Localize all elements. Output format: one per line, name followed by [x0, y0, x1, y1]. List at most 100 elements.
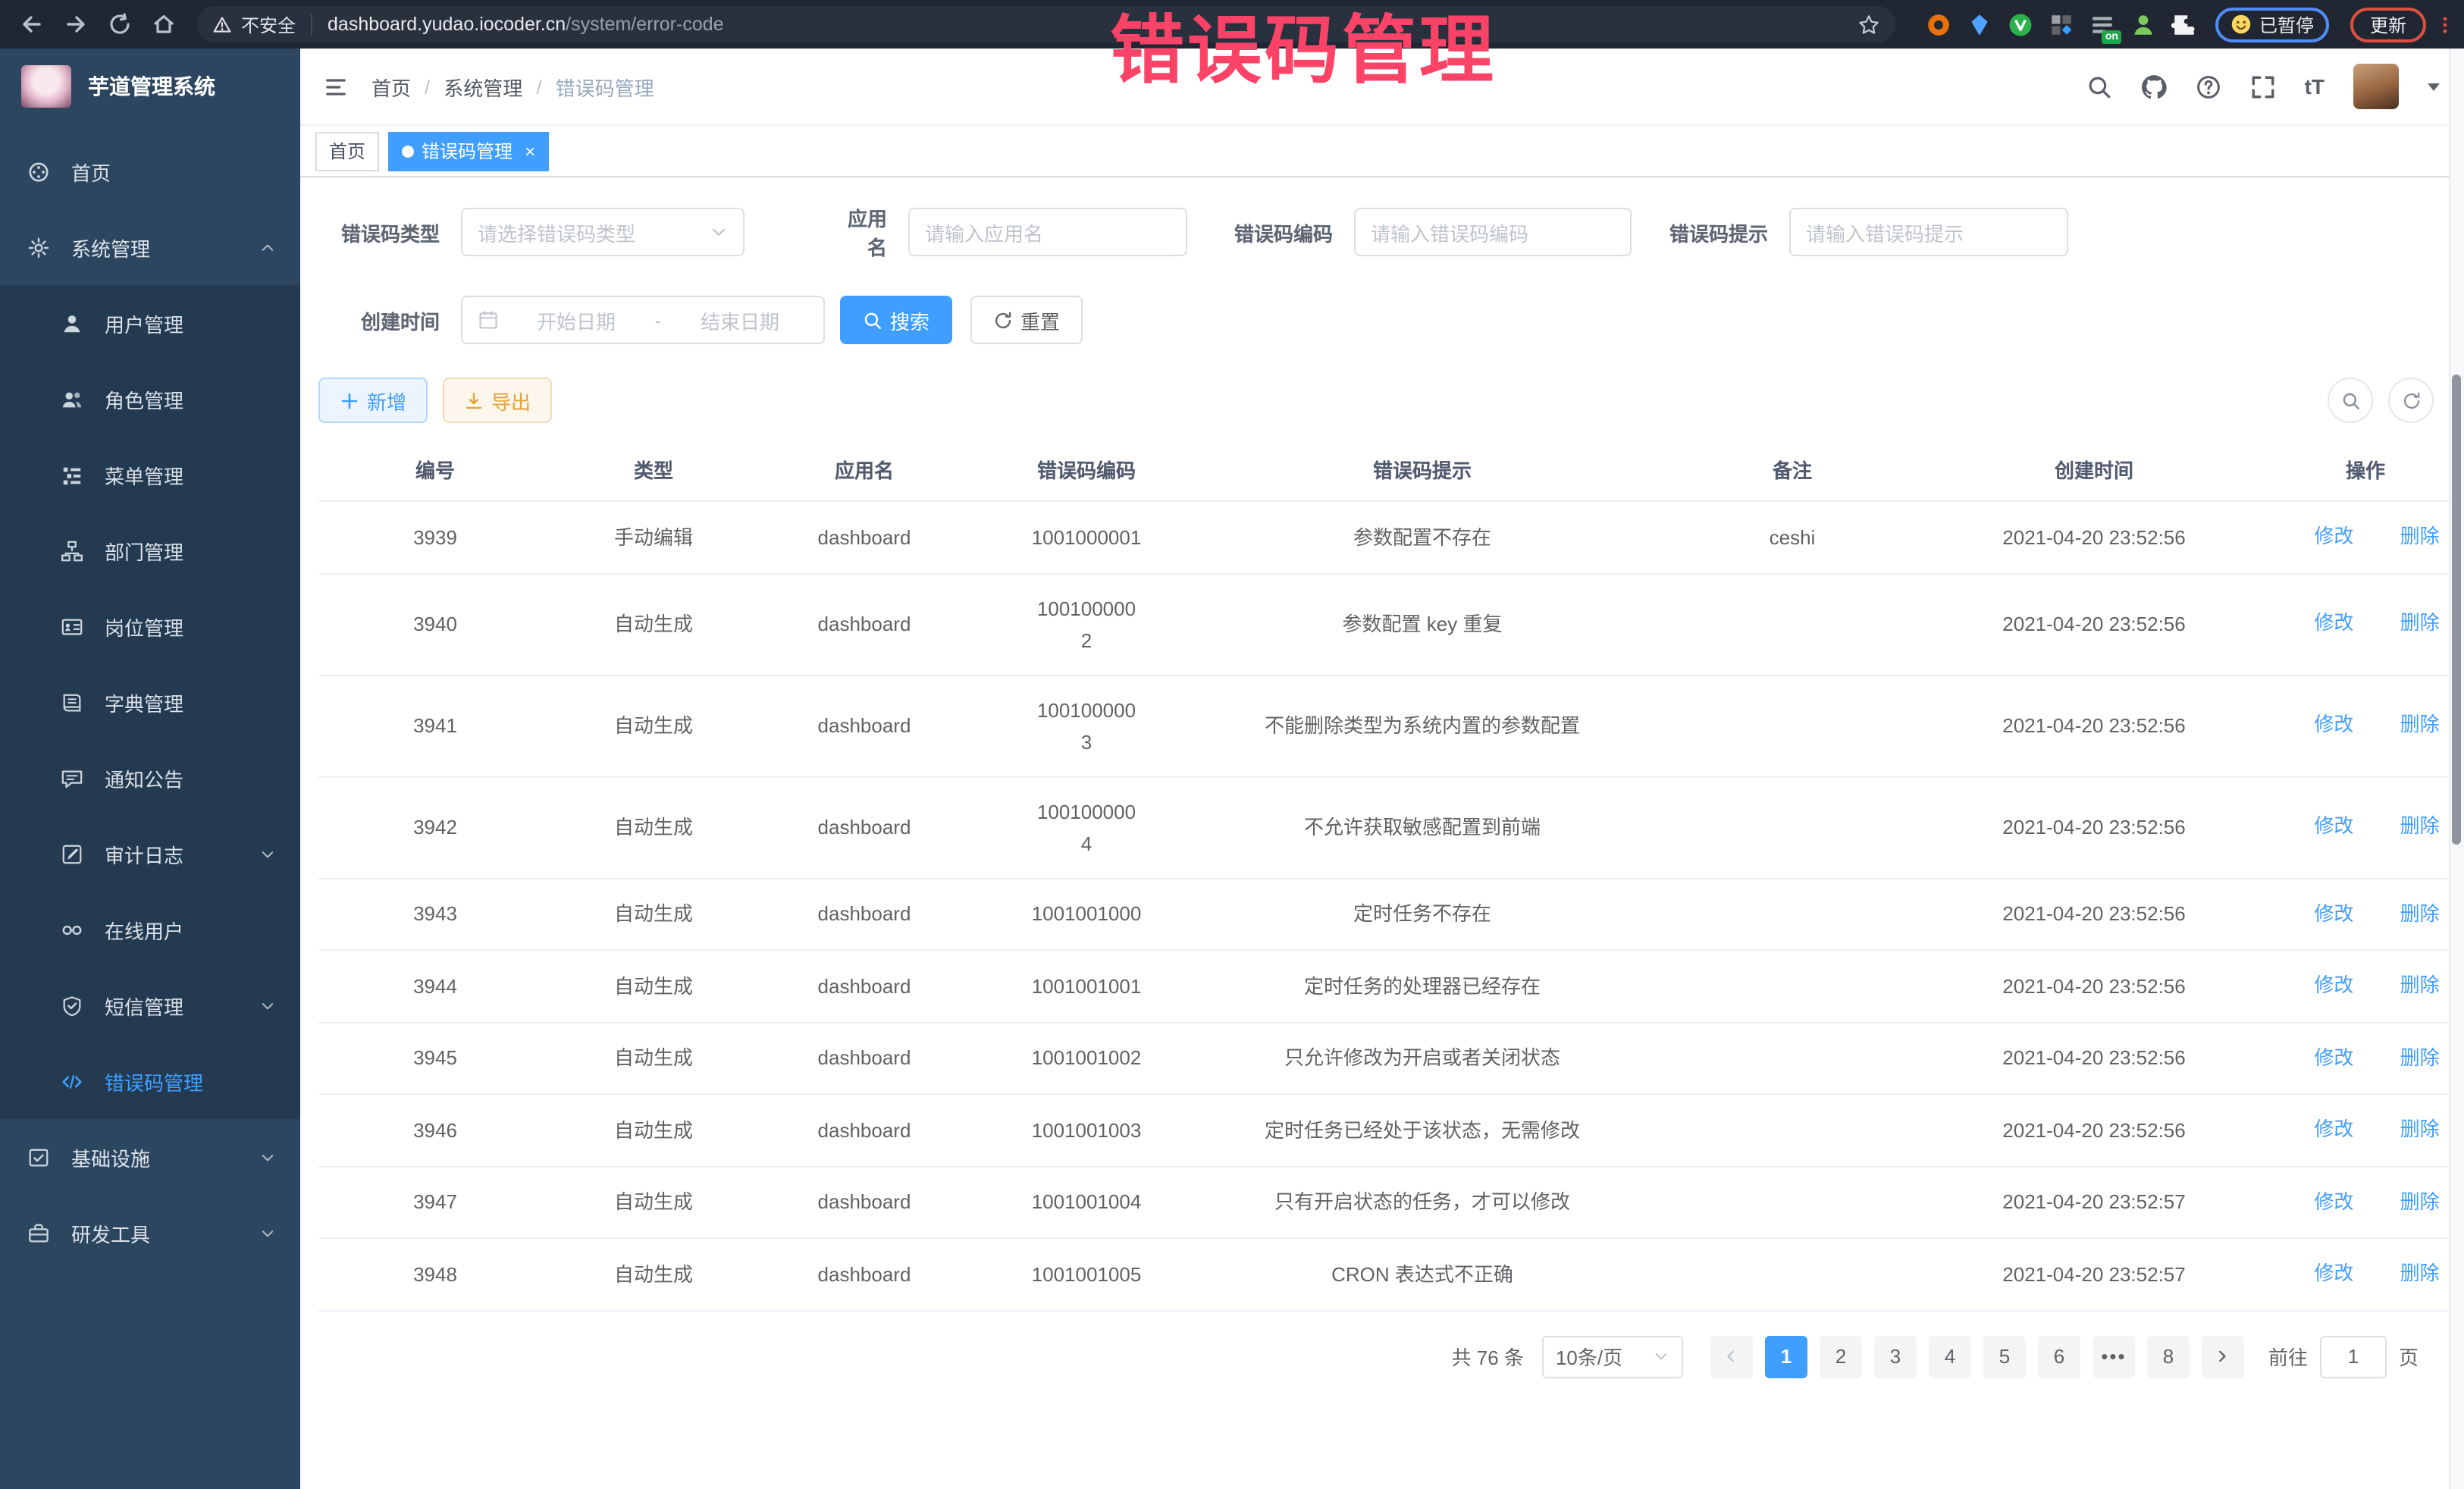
edit-link[interactable]: 修改 [2291, 1113, 2353, 1145]
profile-paused-pill[interactable]: 已暂停 [2215, 7, 2329, 42]
delete-link[interactable]: 删除 [2378, 1113, 2440, 1145]
chevron-left-icon [1723, 1348, 1740, 1365]
page-button-3[interactable]: 3 [1874, 1335, 1917, 1378]
delete-link[interactable]: 删除 [2378, 1257, 2440, 1289]
error-type-select[interactable]: 请选择错误码类型 [461, 208, 745, 256]
fullscreen-icon[interactable] [2250, 74, 2276, 99]
scrollbar-thumb[interactable] [2452, 375, 2461, 845]
tab-home[interactable]: 首页 [315, 131, 379, 171]
edit-link[interactable]: 修改 [2291, 897, 2353, 929]
sidebar-item-在线用户[interactable]: 在线用户 [0, 892, 300, 967]
sidebar-item-角色管理[interactable]: 角色管理 [0, 361, 300, 437]
sidebar-item-部门管理[interactable]: 部门管理 [0, 513, 300, 588]
sidebar-item-通知公告[interactable]: 通知公告 [0, 740, 300, 816]
cell-ops: 修改 删除 [2249, 1094, 2464, 1166]
page-button-5[interactable]: 5 [1983, 1335, 2026, 1378]
extensions-puzzle-icon[interactable] [2171, 11, 2197, 37]
sidebar-logo[interactable]: 芋道管理系统 [0, 49, 300, 124]
sidebar-item-label: 审计日志 [105, 839, 183, 868]
sidebar-item-字典管理[interactable]: 字典管理 [0, 664, 300, 740]
sidebar-item-岗位管理[interactable]: 岗位管理 [0, 588, 300, 664]
edit-link[interactable]: 修改 [2291, 520, 2353, 552]
github-icon[interactable] [2141, 74, 2167, 99]
extension-icon-list[interactable]: on [2089, 11, 2115, 37]
delete-link[interactable]: 删除 [2378, 810, 2440, 842]
extension-icon-orange[interactable] [1926, 11, 1951, 37]
delete-link[interactable]: 删除 [2378, 897, 2440, 929]
search-button[interactable]: 搜索 [840, 296, 952, 344]
page-button-8[interactable]: 8 [2147, 1335, 2190, 1378]
extension-icon-green[interactable] [2008, 11, 2033, 37]
breadcrumb-home[interactable]: 首页 [371, 72, 411, 101]
reload-icon[interactable] [108, 12, 132, 36]
edit-link[interactable]: 修改 [2291, 1041, 2353, 1073]
bookmark-star-icon[interactable] [1857, 13, 1880, 36]
app-name-input[interactable]: 请输入应用名 [908, 208, 1187, 256]
delete-link[interactable]: 删除 [2378, 709, 2440, 741]
cell-time: 2021-04-20 23:52:56 [1939, 675, 2249, 776]
delete-link[interactable]: 删除 [2378, 1185, 2440, 1217]
edit-link[interactable]: 修改 [2291, 1185, 2353, 1217]
tab-error-code[interactable]: 错误码管理 × [388, 131, 549, 171]
edit-link[interactable]: 修改 [2291, 709, 2353, 741]
security-indicator[interactable]: 不安全 [212, 11, 296, 37]
extension-icon-grid[interactable] [2049, 11, 2074, 37]
next-page-button[interactable] [2202, 1335, 2244, 1378]
edit-link[interactable]: 修改 [2291, 607, 2353, 639]
scrollbar-track[interactable] [2449, 49, 2464, 1489]
url-text[interactable]: dashboard.yudao.iocoder.cn/system/error-… [328, 14, 1845, 35]
delete-link[interactable]: 删除 [2378, 969, 2440, 1001]
cell-msg: 不能删除类型为系统内置的参数配置 [1199, 675, 1645, 776]
browser-update-button[interactable]: 更新 [2350, 7, 2426, 42]
sidebar-item-基础设施[interactable]: 基础设施 [0, 1119, 300, 1195]
sidebar-item-菜单管理[interactable]: 菜单管理 [0, 437, 300, 513]
sidebar-item-首页[interactable]: 首页 [0, 133, 300, 209]
search-icon[interactable] [2086, 74, 2112, 99]
close-icon[interactable]: × [525, 140, 535, 161]
chevron-down-icon[interactable] [2428, 83, 2440, 90]
breadcrumb-system[interactable]: 系统管理 [444, 72, 522, 101]
extension-icon-gem[interactable] [1967, 11, 1992, 37]
delete-link[interactable]: 删除 [2378, 1041, 2440, 1073]
sidebar-item-错误码管理[interactable]: 错误码管理 [0, 1043, 300, 1119]
error-code-input[interactable]: 请输入错误码编码 [1354, 208, 1632, 256]
forward-icon[interactable] [64, 12, 88, 36]
address-bar[interactable]: 不安全 dashboard.yudao.iocoder.cn/system/er… [197, 6, 1895, 42]
edit-link[interactable]: 修改 [2291, 810, 2353, 842]
column-header-应用名: 应用名 [755, 438, 973, 501]
more-pages-button[interactable]: ••• [2093, 1335, 2135, 1378]
prev-page-button[interactable] [1710, 1335, 1753, 1378]
delete-link[interactable]: 删除 [2378, 520, 2440, 552]
goto-page-input[interactable]: 1 [2320, 1335, 2387, 1378]
browser-menu-icon[interactable] [2435, 13, 2455, 36]
page-button-2[interactable]: 2 [1820, 1335, 1862, 1378]
toggle-search-button[interactable] [2328, 378, 2373, 423]
back-icon[interactable] [20, 12, 44, 36]
delete-link[interactable]: 删除 [2378, 607, 2440, 639]
refresh-table-button[interactable] [2388, 378, 2434, 423]
page-size-select[interactable]: 10条/页 [1542, 1335, 1683, 1378]
sidebar-item-短信管理[interactable]: 短信管理 [0, 967, 300, 1043]
sidebar-item-研发工具[interactable]: 研发工具 [0, 1195, 300, 1271]
edit-link[interactable]: 修改 [2291, 1257, 2353, 1289]
sidebar-item-系统管理[interactable]: 系统管理 [0, 209, 300, 285]
avatar[interactable] [2353, 64, 2399, 109]
sidebar-item-用户管理[interactable]: 用户管理 [0, 285, 300, 361]
cell-id: 3945 [318, 1022, 552, 1094]
export-button[interactable]: 导出 [443, 378, 552, 423]
extension-icon-person[interactable] [2130, 11, 2156, 37]
page-button-1[interactable]: 1 [1765, 1335, 1807, 1378]
edit-link[interactable]: 修改 [2291, 969, 2353, 1001]
sidebar-item-审计日志[interactable]: 审计日志 [0, 816, 300, 892]
hamburger-icon[interactable] [323, 75, 349, 98]
home-icon[interactable] [152, 12, 176, 36]
help-icon[interactable] [2196, 74, 2221, 99]
page-button-6[interactable]: 6 [2038, 1335, 2080, 1378]
page-button-4[interactable]: 4 [1929, 1335, 1971, 1378]
error-msg-input[interactable]: 请输入错误码提示 [1789, 208, 2068, 256]
reset-button[interactable]: 重置 [970, 296, 1083, 344]
date-range-picker[interactable]: 开始日期 - 结束日期 [461, 296, 825, 344]
add-button[interactable]: 新增 [318, 378, 428, 423]
tab-label: 错误码管理 [422, 138, 513, 164]
font-size-icon[interactable]: tT [2305, 74, 2324, 99]
